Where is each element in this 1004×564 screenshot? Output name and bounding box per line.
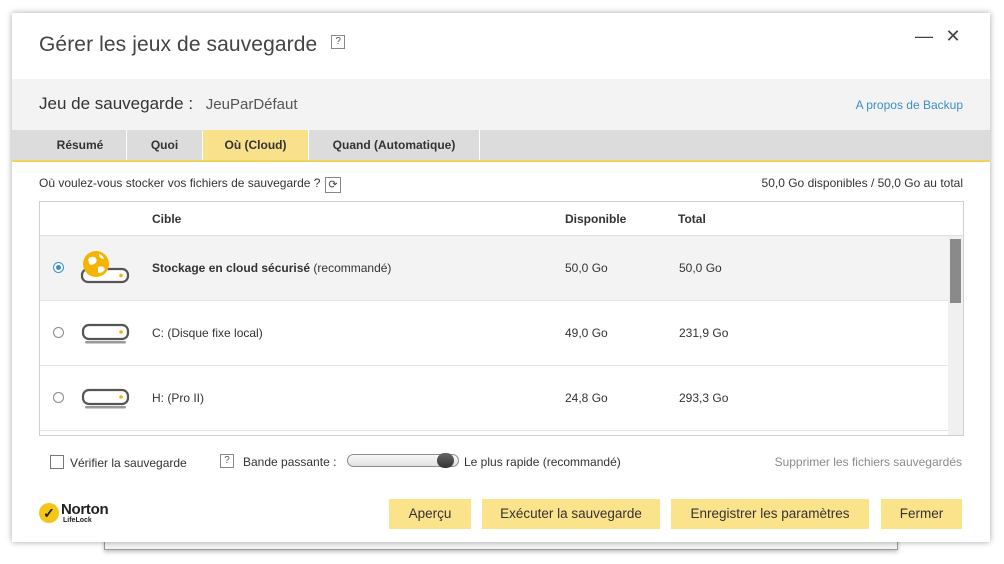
- total-cell: 293,3 Go: [679, 391, 729, 405]
- radio-h-drive[interactable]: [53, 392, 64, 403]
- radio-c-drive[interactable]: [53, 327, 64, 338]
- target-cell: H: (Pro II): [152, 391, 205, 405]
- total-cell: 50,0 Go: [679, 261, 722, 275]
- total-cell: 231,9 Go: [679, 326, 729, 340]
- delete-backup-files-link[interactable]: Supprimer les fichiers sauvegardés: [775, 455, 962, 469]
- close-button[interactable]: Fermer: [881, 499, 962, 529]
- dialog-title: Gérer les jeux de sauvegarde ?: [39, 33, 346, 57]
- bandwidth-help-icon[interactable]: ?: [220, 454, 234, 468]
- bandwidth-label: Bande passante :: [243, 455, 337, 469]
- run-backup-button[interactable]: Exécuter la sauvegarde: [482, 499, 660, 529]
- table-row-cloud[interactable]: Stockage en cloud sécurisé (recommandé) …: [40, 236, 948, 301]
- table-header: Cible Disponible Total: [40, 202, 963, 236]
- target-cell: C: (Disque fixe local): [152, 326, 263, 340]
- hard-drive-icon: [81, 323, 130, 344]
- title-help-icon[interactable]: ?: [331, 35, 346, 50]
- backup-set-header: Jeu de sauvegarde : JeuParDéfaut A propo…: [12, 79, 990, 130]
- destination-table: Cible Disponible Total Stockage en cloud…: [39, 201, 964, 436]
- available-cell: 49,0 Go: [565, 326, 608, 340]
- norton-check-icon: ✓: [39, 503, 59, 523]
- cloud-drive-icon: [80, 251, 130, 284]
- tab-summary[interactable]: Résumé: [34, 130, 127, 160]
- backup-set-value[interactable]: JeuParDéfaut: [206, 96, 298, 113]
- table-row-h-drive[interactable]: H: (Pro II) 24,8 Go 293,3 Go: [40, 366, 948, 431]
- verify-checkbox[interactable]: [50, 455, 64, 469]
- verify-label[interactable]: Vérifier la sauvegarde: [70, 456, 187, 470]
- preview-button[interactable]: Aperçu: [389, 499, 471, 529]
- minimize-button[interactable]: —: [913, 25, 935, 47]
- bandwidth-value: Le plus rapide (recommandé): [464, 455, 621, 469]
- target-note: (recommandé): [310, 261, 392, 275]
- tab-when-automatic[interactable]: Quand (Automatique): [309, 130, 480, 160]
- tab-bar: Résumé Quoi Où (Cloud) Quand (Automatiqu…: [12, 130, 990, 162]
- bandwidth-slider-knob[interactable]: [437, 453, 454, 468]
- header-available: Disponible: [565, 212, 627, 226]
- norton-logo-name: Norton: [61, 501, 109, 518]
- tab-what[interactable]: Quoi: [127, 130, 203, 160]
- header-total: Total: [678, 212, 706, 226]
- backup-set-label: Jeu de sauvegarde : JeuParDéfaut: [39, 94, 298, 114]
- hard-drive-icon: [81, 388, 130, 409]
- norton-logo-sub: LifeLock: [63, 517, 92, 524]
- about-backup-link[interactable]: A propos de Backup: [856, 98, 963, 112]
- space-info: 50,0 Go disponibles / 50,0 Go au total: [761, 176, 963, 190]
- target-name-bold: Stockage en cloud sécurisé: [152, 261, 311, 275]
- backup-set-caption: Jeu de sauvegarde :: [39, 94, 194, 113]
- norton-logo: ✓ Norton LifeLock: [39, 501, 129, 527]
- available-cell: 50,0 Go: [565, 261, 608, 275]
- dialog-title-text: Gérer les jeux de sauvegarde: [39, 33, 318, 56]
- available-cell: 24,8 Go: [565, 391, 608, 405]
- radio-cloud[interactable]: [53, 262, 64, 273]
- manage-backup-sets-dialog: Gérer les jeux de sauvegarde ? — ✕ Jeu d…: [12, 13, 990, 542]
- table-row-c-drive[interactable]: C: (Disque fixe local) 49,0 Go 231,9 Go: [40, 301, 948, 366]
- close-window-button[interactable]: ✕: [942, 25, 964, 47]
- tab-where-cloud[interactable]: Où (Cloud): [203, 130, 309, 160]
- options-bar: Vérifier la sauvegarde ? Bande passante …: [12, 451, 990, 473]
- refresh-icon[interactable]: ⟳: [325, 177, 341, 193]
- header-target: Cible: [152, 212, 182, 226]
- target-cell: Stockage en cloud sécurisé (recommandé): [152, 261, 391, 275]
- scrollbar-thumb[interactable]: [950, 239, 961, 303]
- storage-question: Où voulez-vous stocker vos fichiers de s…: [39, 176, 321, 190]
- save-settings-button[interactable]: Enregistrer les paramètres: [671, 499, 869, 529]
